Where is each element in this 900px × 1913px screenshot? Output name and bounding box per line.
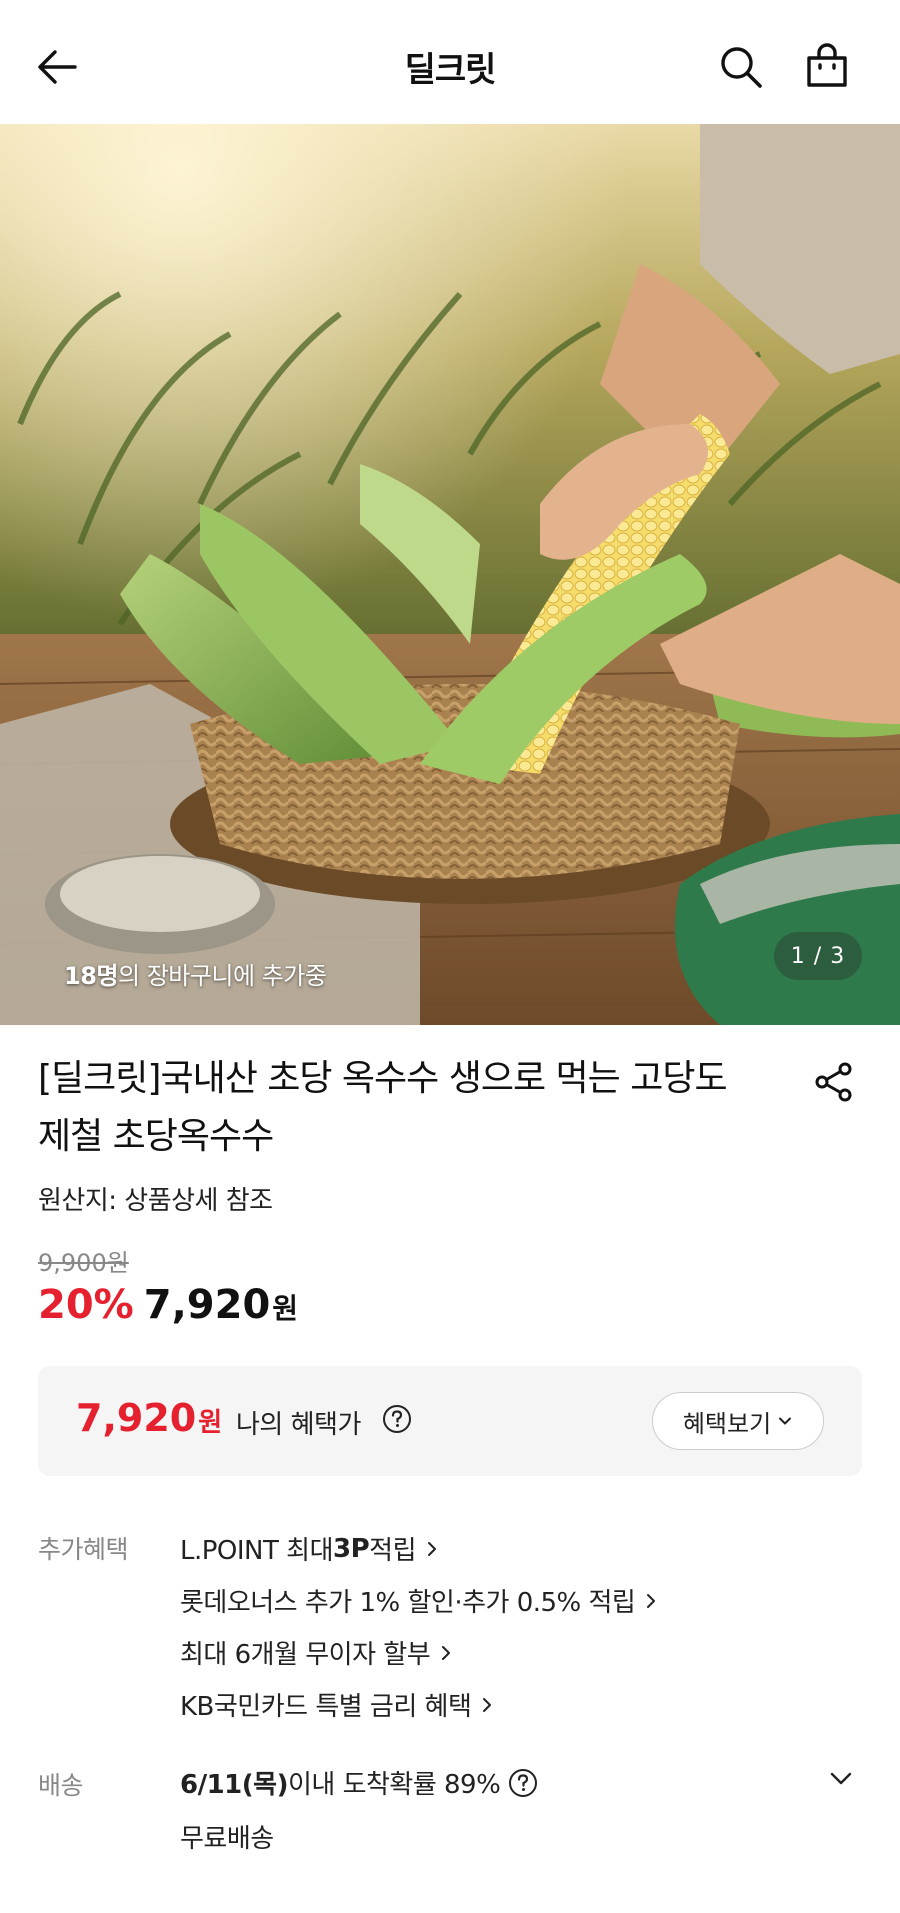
benefit-item-text: L.POINT 최대: [180, 1536, 334, 1566]
my-benefit-price: 7,920 원: [76, 1396, 222, 1440]
view-benefits-button[interactable]: 혜택보기: [652, 1392, 824, 1450]
question-circle-icon[interactable]: [382, 1404, 412, 1434]
benefit-item-lotte-owners[interactable]: 롯데오너스 추가 1% 할인·추가 0.5% 적립: [180, 1582, 657, 1619]
original-price: 9,900원: [38, 1249, 129, 1277]
origin-info: 원산지: 상품상세 참조: [38, 1186, 273, 1216]
benefit-item-kb-card[interactable]: KB국민카드 특별 금리 혜택: [180, 1686, 493, 1723]
view-benefits-label: 혜택보기: [682, 1409, 772, 1438]
image-page-indicator: 1 / 3: [774, 932, 862, 980]
sale-price-row: 20% 7,920 원: [38, 1282, 298, 1328]
search-icon: [721, 47, 762, 88]
my-benefit-price-label: 나의 혜택가: [236, 1410, 361, 1440]
benefit-item-text: 최대 6개월 무이자 할부: [180, 1640, 431, 1670]
delivery-estimate: 6/11(목) 이내 도착확률 89%: [180, 1764, 538, 1801]
chevron-down-icon: [830, 1772, 852, 1785]
extra-benefits-label: 추가혜택: [38, 1535, 129, 1564]
share-button[interactable]: [808, 1056, 860, 1108]
corn-basket-photo: [0, 124, 900, 1025]
product-image-carousel[interactable]: 18명의 장바구니에 추가중 1 / 3: [0, 124, 900, 1025]
benefit-item-installment[interactable]: 최대 6개월 무이자 할부: [180, 1634, 452, 1671]
top-app-bar: 딜크릿: [0, 0, 900, 124]
chevron-right-icon: [440, 1643, 452, 1663]
delivery-probability: 이내 도착확률 89%: [287, 1770, 501, 1800]
shipping-label: 배송: [38, 1771, 84, 1800]
product-title-line1: [딜크릿]국내산 초당 옥수수 생으로 먹는 고당도: [38, 1058, 728, 1099]
shopping-bag-icon: [807, 43, 847, 87]
share-icon: [815, 1062, 852, 1102]
chevron-right-icon: [645, 1591, 657, 1611]
shipping-fee: 무료배송: [180, 1824, 274, 1854]
benefit-item-bold: 3P: [333, 1533, 370, 1564]
benefit-item-suffix: 적립: [369, 1536, 416, 1566]
sale-price: 7,920: [143, 1282, 271, 1328]
discount-rate: 20%: [38, 1282, 134, 1328]
shipping-expand-button[interactable]: [822, 1760, 860, 1798]
delivery-date: 6/11(목): [180, 1770, 288, 1800]
cart-activity-text: 18명의 장바구니에 추가중: [64, 956, 327, 991]
product-title: [딜크릿]국내산 초당 옥수수 생으로 먹는 고당도 제철 초당옥수수: [38, 1050, 778, 1166]
cart-count-suffix: 의 장바구니에 추가중: [117, 962, 327, 990]
my-benefit-price-box: 7,920 원 나의 혜택가 혜택보기: [38, 1366, 862, 1476]
my-benefit-price-value: 7,920: [76, 1396, 197, 1440]
chevron-right-icon: [426, 1539, 438, 1559]
arrow-left-icon: [38, 50, 77, 84]
my-benefit-price-unit: 원: [198, 1408, 223, 1438]
benefit-item-lpoint[interactable]: L.POINT 최대 3P 적립: [180, 1530, 438, 1567]
cart-count-number: 18명: [64, 962, 118, 990]
benefit-item-text: 롯데오너스 추가 1% 할인·추가 0.5% 적립: [180, 1588, 636, 1618]
chevron-right-icon: [481, 1695, 493, 1715]
product-title-line2: 제철 초당옥수수: [38, 1116, 274, 1157]
search-button[interactable]: [712, 38, 770, 96]
sale-price-unit: 원: [272, 1292, 299, 1325]
cart-button[interactable]: [798, 38, 856, 96]
question-circle-icon[interactable]: [508, 1768, 538, 1798]
chevron-down-icon: [777, 1413, 793, 1429]
back-button[interactable]: [30, 40, 84, 94]
benefit-item-text: KB국민카드 특별 금리 혜택: [180, 1692, 472, 1722]
